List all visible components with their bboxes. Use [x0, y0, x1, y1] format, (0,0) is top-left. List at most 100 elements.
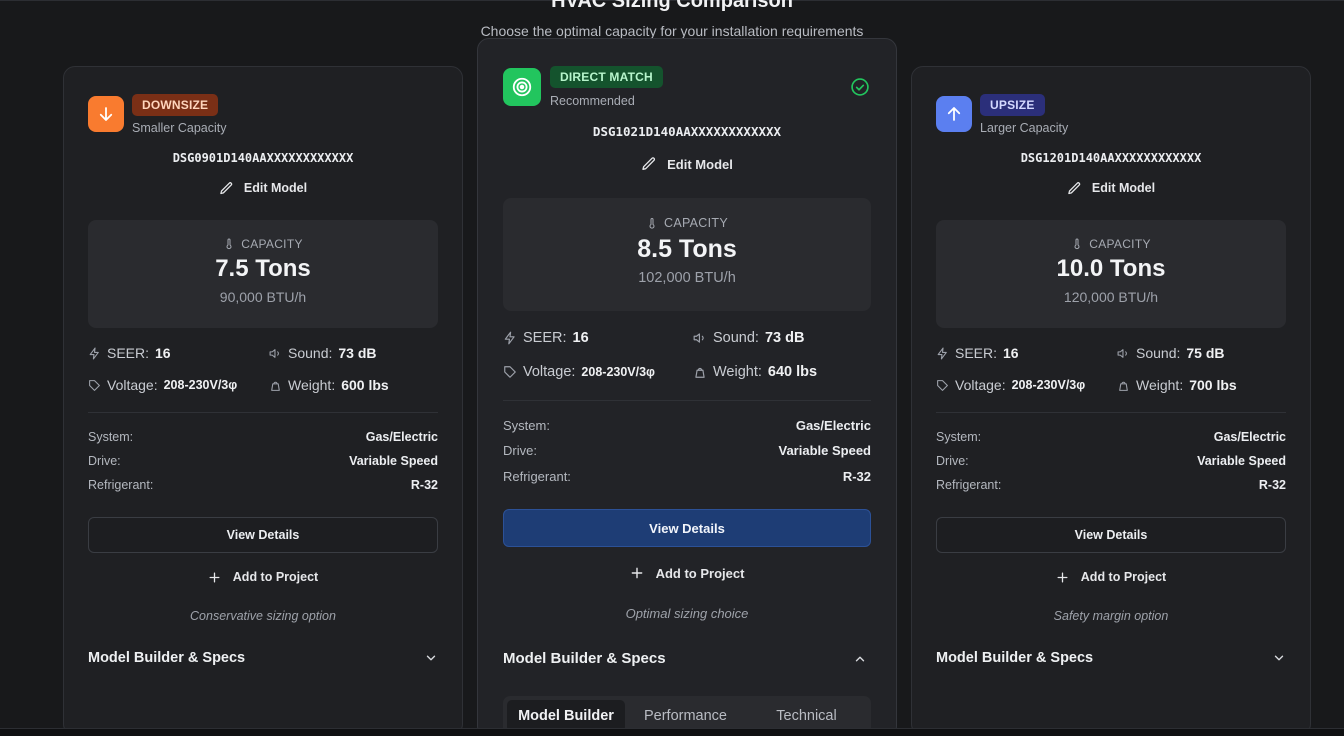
capacity-label: CAPACITY [664, 216, 728, 230]
capacity-label: CAPACITY [1089, 236, 1151, 251]
tag-icon [88, 379, 101, 392]
view-details-button[interactable]: View Details [503, 509, 871, 547]
direct-match-card: DIRECT MATCH Recommended DSG1021D140AAXX… [477, 38, 897, 736]
sound-label: Sound: [713, 330, 759, 346]
capacity-value: 7.5 Tons [215, 255, 311, 282]
speaker-icon [269, 347, 282, 360]
capacity-panel: CAPACITY 10.0 Tons 120,000 BTU/h [936, 220, 1286, 328]
plus-icon [630, 566, 644, 580]
sound-value: 73 dB [338, 345, 377, 361]
model-builder-toggle[interactable]: Model Builder & Specs [88, 650, 438, 666]
divider [88, 412, 438, 413]
sound-value: 73 dB [764, 330, 805, 346]
edit-model-label: Edit Model [667, 156, 733, 172]
seer-label: SEER: [955, 345, 998, 361]
weight-label: Weight: [1136, 377, 1184, 393]
refrigerant-row: Refrigerant: R-32 [936, 478, 1286, 492]
seer-label: SEER: [523, 330, 567, 346]
drive-value: Variable Speed [349, 454, 438, 468]
sizing-note: Conservative sizing option [190, 609, 336, 623]
edit-model-button[interactable]: Edit Model [64, 179, 462, 197]
seer-value: 16 [1003, 345, 1019, 361]
voltage-value: 208-230V/3φ [163, 378, 238, 392]
drive-row: Drive: Variable Speed [503, 443, 871, 458]
drive-value: Variable Speed [778, 443, 872, 458]
refrigerant-label: Refrigerant: [936, 478, 1002, 492]
bottom-scroll-edge [0, 728, 1344, 736]
system-label: System: [503, 418, 550, 433]
thermometer-icon [1071, 236, 1083, 251]
sound-label: Sound: [288, 345, 333, 361]
voltage-value: 208-230V/3φ [1011, 378, 1086, 392]
weight-icon [269, 379, 282, 392]
edit-model-button[interactable]: Edit Model [912, 179, 1310, 197]
drive-value: Variable Speed [1197, 454, 1286, 468]
plus-icon [208, 571, 221, 584]
refrigerant-row: Refrigerant: R-32 [88, 478, 438, 492]
edit-model-label: Edit Model [243, 181, 308, 195]
capacity-value: 10.0 Tons [1056, 255, 1166, 282]
model-builder-toggle[interactable]: Model Builder & Specs [503, 650, 871, 667]
upsize-badge: UPSIZE [980, 94, 1045, 116]
weight-value: 600 lbs [341, 377, 389, 393]
edit-model-button[interactable]: Edit Model [478, 155, 896, 173]
speaker-icon [693, 331, 707, 345]
badge-subtitle: Larger Capacity [980, 121, 1069, 135]
voltage-spec: Voltage: 208-230V/3φ [503, 364, 655, 380]
add-to-project-button[interactable]: Add to Project [912, 568, 1310, 586]
sound-spec: Sound: 73 dB [269, 345, 377, 361]
seer-spec: SEER: 16 [936, 345, 1019, 361]
system-label: System: [88, 430, 134, 444]
weight-spec: Weight: 640 lbs [693, 364, 817, 380]
model-builder-toggle[interactable]: Model Builder & Specs [936, 650, 1286, 666]
capacity-btu: 120,000 BTU/h [1063, 289, 1159, 305]
add-to-project-button[interactable]: Add to Project [64, 568, 462, 586]
seer-spec: SEER: 16 [503, 330, 589, 346]
refrigerant-label: Refrigerant: [88, 478, 154, 492]
add-to-project-label: Add to Project [1080, 570, 1167, 584]
tag-icon [503, 365, 517, 379]
view-details-button[interactable]: View Details [88, 517, 438, 553]
sound-value: 75 dB [1186, 345, 1225, 361]
system-value: Gas/Electric [795, 418, 871, 433]
add-to-project-label: Add to Project [232, 570, 319, 584]
seer-label: SEER: [107, 345, 150, 361]
voltage-value: 208-230V/3φ [581, 365, 655, 379]
drive-label: Drive: [88, 454, 121, 468]
speaker-icon [1117, 347, 1130, 360]
sizing-note: Safety margin option [1053, 609, 1169, 623]
view-details-button[interactable]: View Details [936, 517, 1286, 553]
edit-model-label: Edit Model [1091, 181, 1156, 195]
sound-spec: Sound: 73 dB [693, 330, 804, 346]
sound-label: Sound: [1136, 345, 1181, 361]
system-row: System: Gas/Electric [503, 418, 871, 433]
system-label: System: [936, 430, 982, 444]
weight-value: 700 lbs [1189, 377, 1237, 393]
system-value: Gas/Electric [1213, 430, 1286, 444]
weight-label: Weight: [288, 377, 336, 393]
voltage-spec: Voltage: 208-230V/3φ [936, 377, 1085, 393]
capacity-btu: 102,000 BTU/h [638, 270, 736, 286]
bolt-icon [88, 347, 101, 360]
drive-row: Drive: Variable Speed [936, 454, 1286, 468]
seer-spec: SEER: 16 [88, 345, 171, 361]
thermometer-icon [223, 236, 235, 251]
weight-value: 640 lbs [767, 364, 818, 380]
system-value: Gas/Electric [365, 430, 438, 444]
capacity-value: 8.5 Tons [637, 235, 737, 263]
voltage-label: Voltage: [523, 364, 576, 380]
bolt-icon [936, 347, 949, 360]
refrigerant-value: R-32 [1258, 478, 1286, 492]
drive-label: Drive: [503, 443, 537, 458]
refrigerant-value: R-32 [410, 478, 438, 492]
drive-label: Drive: [936, 454, 969, 468]
weight-spec: Weight: 700 lbs [1117, 377, 1237, 393]
sound-spec: Sound: 75 dB [1117, 345, 1225, 361]
sizing-note: Optimal sizing choice [625, 606, 749, 621]
downsize-badge: DOWNSIZE [132, 94, 219, 116]
model-number: DSG1021D140AAXXXXXXXXXXXX [592, 124, 782, 139]
drive-row: Drive: Variable Speed [88, 454, 438, 468]
upsize-card: UPSIZE Larger Capacity DSG1201D140AAXXXX… [911, 66, 1311, 736]
add-to-project-button[interactable]: Add to Project [478, 564, 896, 582]
refrigerant-row: Refrigerant: R-32 [503, 469, 871, 484]
